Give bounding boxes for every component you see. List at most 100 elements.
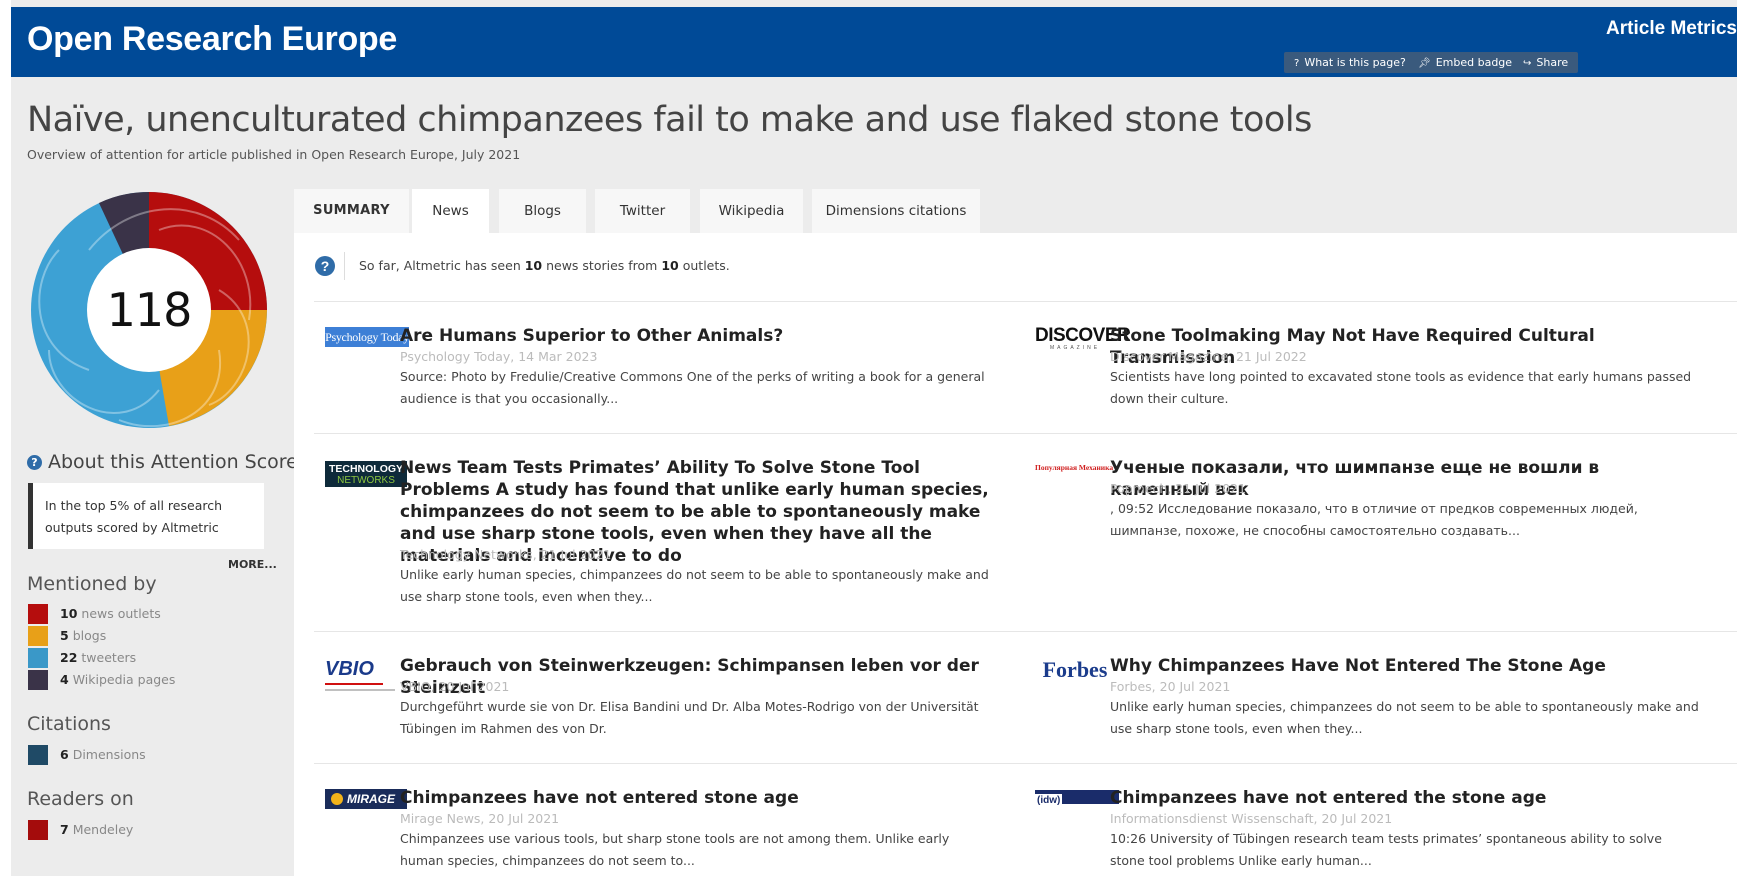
tab-dimensions-citations[interactable]: Dimensions citations xyxy=(812,189,980,233)
story-snippet: 10:26 University of Tübingen research te… xyxy=(1110,831,1662,868)
row-divider xyxy=(314,301,1737,302)
info-icon[interactable]: ? xyxy=(315,256,335,276)
tab-twitter[interactable]: Twitter xyxy=(595,189,690,233)
dimensions-swatch xyxy=(28,745,48,765)
story-title[interactable]: Chimpanzees have not entered the stone a… xyxy=(1110,787,1700,809)
share-button[interactable]: ↪ Share xyxy=(1513,52,1579,73)
story-source: Discover Magazine, 21 Jul 2022 xyxy=(1110,349,1307,364)
discover-logo: DISCOVER MAGAZINE xyxy=(1035,326,1131,353)
mentioned-by-heading: Mentioned by xyxy=(27,573,157,595)
story-snippet: Unlike early human species, chimpanzees … xyxy=(400,567,989,604)
what-is-this-page-button[interactable]: ? What is this page? xyxy=(1284,52,1416,73)
attention-score: 118 xyxy=(106,283,193,337)
logo-text: (idw) xyxy=(1035,794,1063,808)
logo-text: Популярная Механика xyxy=(1035,463,1114,472)
mirage-logo: MIRAGE xyxy=(325,789,407,809)
psychology-today-logo: Psychology Today xyxy=(325,327,409,347)
about-attention-score-link[interactable]: ? About this Attention Score xyxy=(27,451,298,473)
tweeters-swatch xyxy=(28,648,48,668)
story-source: VBIO, 20 Jul 2021 xyxy=(400,679,510,694)
story-source: Informationsdienst Wissenschaft, 20 Jul … xyxy=(1110,811,1393,826)
citation-label: Dimensions xyxy=(72,747,146,762)
tab-summary[interactable]: SUMMARY xyxy=(294,189,409,233)
logo-subtext: NETWORKS xyxy=(337,475,395,486)
story-source: Forbes, 20 Jul 2021 xyxy=(1110,679,1231,694)
tab-wikipedia[interactable]: Wikipedia xyxy=(700,189,803,233)
row-divider xyxy=(314,631,1737,632)
logo-text: Forbes xyxy=(1042,657,1108,682)
story-title[interactable]: Chimpanzees have not entered stone age xyxy=(400,787,990,809)
question-icon: ? xyxy=(1294,58,1300,69)
story-source: Psychology Today, 14 Mar 2023 xyxy=(400,349,598,364)
vbio-subline xyxy=(325,689,395,691)
mention-label: tweeters xyxy=(81,650,137,665)
share-icon: ↪ xyxy=(1523,58,1532,69)
what-is-this-page-label: What is this page? xyxy=(1304,56,1406,69)
mention-count: 5 xyxy=(60,628,69,643)
story-snippet: Durchgeführt wurde sie von Dr. Elisa Ban… xyxy=(400,699,979,736)
embed-badge-label: Embed badge xyxy=(1435,56,1513,69)
readers-heading: Readers on xyxy=(27,788,134,810)
mirage-sun-icon xyxy=(331,793,343,805)
mention-news-outlets[interactable]: 10 news outlets xyxy=(28,604,161,624)
info-middle: news stories from xyxy=(542,258,662,273)
story-snippet: Unlike early human species, chimpanzees … xyxy=(1110,699,1699,736)
story-snippet: Source: Photo by Fredulie/Creative Commo… xyxy=(400,369,985,406)
citation-count: 6 xyxy=(60,747,69,762)
divider xyxy=(344,252,345,280)
mention-wikipedia[interactable]: 4 Wikipedia pages xyxy=(28,670,175,690)
citations-heading: Citations xyxy=(27,713,111,735)
story-snippet: Chimpanzees use various tools, but sharp… xyxy=(400,831,950,868)
mention-label: blogs xyxy=(72,628,107,643)
story-count: 10 xyxy=(524,258,543,273)
question-circle-icon: ? xyxy=(27,455,42,470)
mention-blogs[interactable]: 5 blogs xyxy=(28,626,106,646)
blogs-swatch xyxy=(28,626,48,646)
tab-news[interactable]: News xyxy=(412,189,489,233)
forbes-logo: Forbes xyxy=(1035,657,1115,683)
story-source: Technology Networks, 21 Jul 2021 xyxy=(400,547,612,562)
story-title[interactable]: Why Chimpanzees Have Not Entered The Sto… xyxy=(1110,655,1700,677)
info-prefix: So far, Altmetric has seen xyxy=(359,258,525,273)
citation-dimensions[interactable]: 6 Dimensions xyxy=(28,745,146,765)
info-suffix: outlets. xyxy=(678,258,730,273)
readers-mendeley[interactable]: 7 Mendeley xyxy=(28,820,133,840)
mendeley-swatch xyxy=(28,820,48,840)
pin-icon: 📌︎ xyxy=(1418,58,1431,69)
article-title: Naïve, unenculturated chimpanzees fail t… xyxy=(27,100,1312,140)
logo-text: TECHNOLOGY xyxy=(328,463,404,475)
mention-count: 22 xyxy=(60,650,78,665)
outlet-count: 10 xyxy=(661,258,679,273)
wikipedia-swatch xyxy=(28,670,48,690)
logo-text: Psychology Today xyxy=(325,330,409,344)
embed-badge-button[interactable]: 📌︎ Embed badge xyxy=(1408,52,1523,73)
share-label: Share xyxy=(1536,56,1569,69)
mention-count: 4 xyxy=(60,672,69,687)
idw-logo: (idw) xyxy=(1035,790,1119,808)
technology-networks-logo: TECHNOLOGY NETWORKS xyxy=(325,461,407,487)
mention-label: Wikipedia pages xyxy=(72,672,176,687)
readers-count: 7 xyxy=(60,822,69,837)
row-divider xyxy=(314,763,1737,764)
mention-count: 10 xyxy=(60,606,78,621)
top-percent-box: In the top 5% of all research outputs sc… xyxy=(28,483,264,549)
story-snippet: , 09:52 Исследование показало, что в отл… xyxy=(1110,501,1638,538)
article-subtitle: Overview of attention for article publis… xyxy=(27,147,521,162)
tab-blogs[interactable]: Blogs xyxy=(499,189,586,233)
news-summary-text: So far, Altmetric has seen 10 news stori… xyxy=(359,258,730,273)
story-title[interactable]: Are Humans Superior to Other Animals? xyxy=(400,325,990,347)
story-source: Popmech, 21 Jul 2021 xyxy=(1110,481,1247,496)
page-frame: Open Research Europe Article Metrics ? Wh… xyxy=(11,0,1737,876)
story-snippet: Scientists have long pointed to excavate… xyxy=(1110,369,1692,406)
row-divider xyxy=(314,433,1737,434)
brand-title[interactable]: Open Research Europe xyxy=(27,20,397,59)
top-header: Open Research Europe Article Metrics ? Wh… xyxy=(11,7,1737,77)
vbio-logo: VBIO xyxy=(325,657,407,699)
altmetric-donut[interactable]: 118 xyxy=(27,188,271,432)
news-panel: ? So far, Altmetric has seen 10 news sto… xyxy=(294,233,1737,876)
logo-text: VBIO xyxy=(325,658,374,680)
vbio-underline xyxy=(325,683,383,685)
more-link[interactable]: MORE... xyxy=(228,558,277,571)
news-swatch xyxy=(28,604,48,624)
mention-tweeters[interactable]: 22 tweeters xyxy=(28,648,136,668)
